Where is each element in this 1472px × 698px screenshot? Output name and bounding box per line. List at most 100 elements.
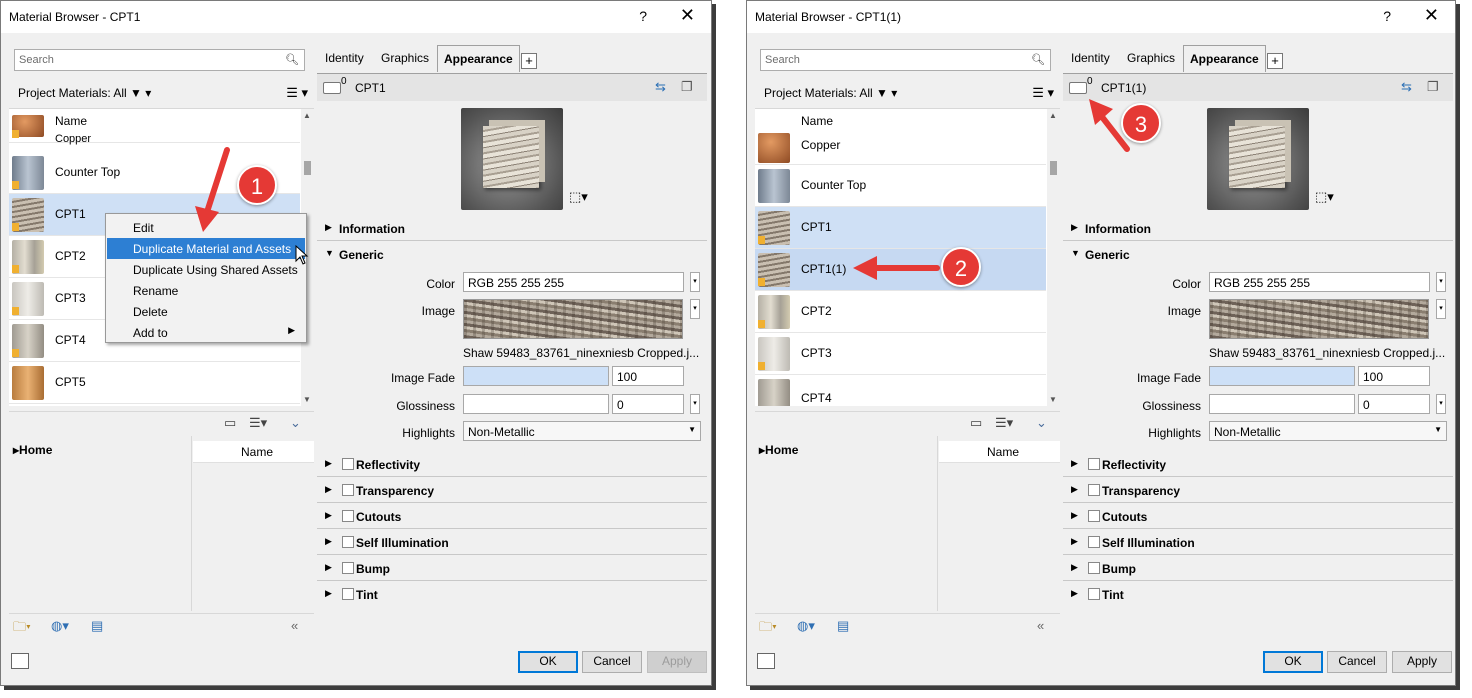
section-checkbox[interactable] <box>342 562 354 574</box>
glossiness-slider[interactable] <box>463 394 609 414</box>
section-checkbox[interactable] <box>1088 510 1100 522</box>
ok-button[interactable]: OK <box>518 651 578 673</box>
add-tab-button[interactable]: + <box>521 53 537 69</box>
section-transparency[interactable]: ▶ Transparency <box>1063 479 1453 503</box>
edit-material-icon[interactable] <box>11 653 29 669</box>
apply-button[interactable]: Apply <box>1392 651 1452 673</box>
list-view-icon[interactable]: ☰▾ <box>249 415 267 431</box>
preview-options-icon[interactable]: ⬚▾ <box>569 189 588 205</box>
close-button[interactable]: ✕ <box>680 5 695 26</box>
folder-icon[interactable]: 🗀▾ <box>13 618 31 640</box>
section-information[interactable]: ▶ Information <box>1063 217 1453 241</box>
section-cutouts[interactable]: ▶ Cutouts <box>1063 505 1453 529</box>
list-item[interactable]: CPT2 <box>755 291 1046 333</box>
section-checkbox[interactable] <box>1088 484 1100 496</box>
glossiness-value[interactable]: 0 <box>1358 394 1430 414</box>
section-reflectivity[interactable]: ▶ Reflectivity <box>317 453 707 477</box>
list-item[interactable]: Counter Top <box>755 165 1046 207</box>
search-input[interactable]: Search 🔍︎ <box>760 49 1051 71</box>
image-fade-value[interactable]: 100 <box>612 366 684 386</box>
section-checkbox[interactable] <box>342 588 354 600</box>
image-swatch[interactable] <box>463 299 683 339</box>
panel-toggle-icon[interactable]: ▭ <box>224 415 236 431</box>
list-item[interactable]: Copper <box>755 123 1046 165</box>
menu-item-duplicate-shared-assets[interactable]: Duplicate Using Shared Assets <box>107 259 305 280</box>
panel-toggle-icon[interactable]: ▭ <box>970 415 982 431</box>
glossiness-dropdown[interactable]: ▾ <box>1436 394 1446 414</box>
color-field[interactable]: RGB 255 255 255 <box>1209 272 1430 292</box>
glossiness-value[interactable]: 0 <box>612 394 684 414</box>
scrollbar-thumb[interactable] <box>1050 161 1057 175</box>
tab-appearance[interactable]: Appearance <box>437 45 520 72</box>
section-checkbox[interactable] <box>1088 458 1100 470</box>
folder-icon[interactable]: 🗀▾ <box>759 618 777 640</box>
list-item[interactable]: CPT4 <box>755 375 1046 406</box>
image-fade-slider[interactable] <box>463 366 609 386</box>
preview-options-icon[interactable]: ⬚▾ <box>1315 189 1334 205</box>
replace-asset-icon[interactable]: ⇆ <box>1401 79 1412 95</box>
section-bump[interactable]: ▶ Bump <box>1063 557 1453 581</box>
tab-appearance[interactable]: Appearance <box>1183 45 1266 72</box>
section-checkbox[interactable] <box>342 510 354 522</box>
section-checkbox[interactable] <box>342 484 354 496</box>
glossiness-slider[interactable] <box>1209 394 1355 414</box>
search-input[interactable]: Search 🔍︎ <box>14 49 305 71</box>
section-checkbox[interactable] <box>1088 562 1100 574</box>
section-bump[interactable]: ▶ Bump <box>317 557 707 581</box>
section-reflectivity[interactable]: ▶ Reflectivity <box>1063 453 1453 477</box>
section-checkbox[interactable] <box>342 458 354 470</box>
help-button[interactable]: ? <box>639 8 647 24</box>
section-checkbox[interactable] <box>342 536 354 548</box>
image-fade-slider[interactable] <box>1209 366 1355 386</box>
highlights-select[interactable]: Non-Metallic ▼ <box>463 421 701 441</box>
menu-item-duplicate-material-and-assets[interactable]: Duplicate Material and Assets <box>107 238 305 259</box>
collapse-left-icon[interactable]: « <box>291 618 298 633</box>
project-filter-dropdown[interactable]: Project Materials: All ▼ ▾ <box>18 86 151 100</box>
scroll-up-icon[interactable]: ▲ <box>1049 111 1057 120</box>
scroll-down-icon[interactable]: ▼ <box>303 395 311 404</box>
section-checkbox[interactable] <box>1088 536 1100 548</box>
editor-icon[interactable]: ▤ <box>91 618 103 634</box>
list-view-icon[interactable]: ☰ ▾ <box>286 85 308 101</box>
tab-graphics[interactable]: Graphics <box>1127 51 1175 65</box>
search-icon[interactable]: 🔍︎ <box>1031 53 1045 66</box>
highlights-select[interactable]: Non-Metallic ▼ <box>1209 421 1447 441</box>
section-information[interactable]: ▶ Information <box>317 217 707 241</box>
section-generic[interactable]: ▼ Generic <box>1063 243 1453 267</box>
cancel-button[interactable]: Cancel <box>1327 651 1387 673</box>
help-button[interactable]: ? <box>1383 8 1391 24</box>
color-field[interactable]: RGB 255 255 255 <box>463 272 684 292</box>
image-swatch[interactable] <box>1209 299 1429 339</box>
list-scrollbar[interactable]: ▲ ▼ <box>1047 109 1060 406</box>
image-filename[interactable]: Shaw 59483_83761_ninexniesb Cropped.j... <box>463 346 699 360</box>
color-dropdown[interactable]: ▾ <box>1436 272 1446 292</box>
section-self-illumination[interactable]: ▶ Self Illumination <box>317 531 707 555</box>
cancel-button[interactable]: Cancel <box>582 651 642 673</box>
tab-identity[interactable]: Identity <box>1071 51 1110 65</box>
image-fade-value[interactable]: 100 <box>1358 366 1430 386</box>
replace-asset-icon[interactable]: ⇆ <box>655 79 666 95</box>
duplicate-asset-icon[interactable]: ❐ <box>1427 79 1439 95</box>
list-item[interactable]: CPT3 <box>755 333 1046 375</box>
ok-button[interactable]: OK <box>1263 651 1323 673</box>
project-filter-dropdown[interactable]: Project Materials: All ▼ ▾ <box>764 86 897 100</box>
tab-graphics[interactable]: Graphics <box>381 51 429 65</box>
duplicate-asset-icon[interactable]: ❐ <box>681 79 693 95</box>
collapse-icon[interactable]: ⌄ <box>290 415 301 431</box>
section-generic[interactable]: ▼ Generic <box>317 243 707 267</box>
search-icon[interactable]: 🔍︎ <box>285 53 299 66</box>
collapse-icon[interactable]: ⌄ <box>1036 415 1047 431</box>
menu-item-rename[interactable]: Rename <box>107 280 305 301</box>
section-tint[interactable]: ▶ Tint <box>1063 583 1453 607</box>
list-view-icon[interactable]: ☰▾ <box>995 415 1013 431</box>
list-item[interactable]: CPT1 <box>755 207 1046 249</box>
globe-icon[interactable]: ◍▾ <box>797 618 815 634</box>
collapse-left-icon[interactable]: « <box>1037 618 1044 633</box>
apply-button[interactable]: Apply <box>647 651 707 673</box>
section-transparency[interactable]: ▶ Transparency <box>317 479 707 503</box>
glossiness-dropdown[interactable]: ▾ <box>690 394 700 414</box>
image-filename[interactable]: Shaw 59483_83761_ninexniesb Cropped.j... <box>1209 346 1445 360</box>
scroll-down-icon[interactable]: ▼ <box>1049 395 1057 404</box>
list-item[interactable]: Copper <box>9 109 300 145</box>
section-checkbox[interactable] <box>1088 588 1100 600</box>
